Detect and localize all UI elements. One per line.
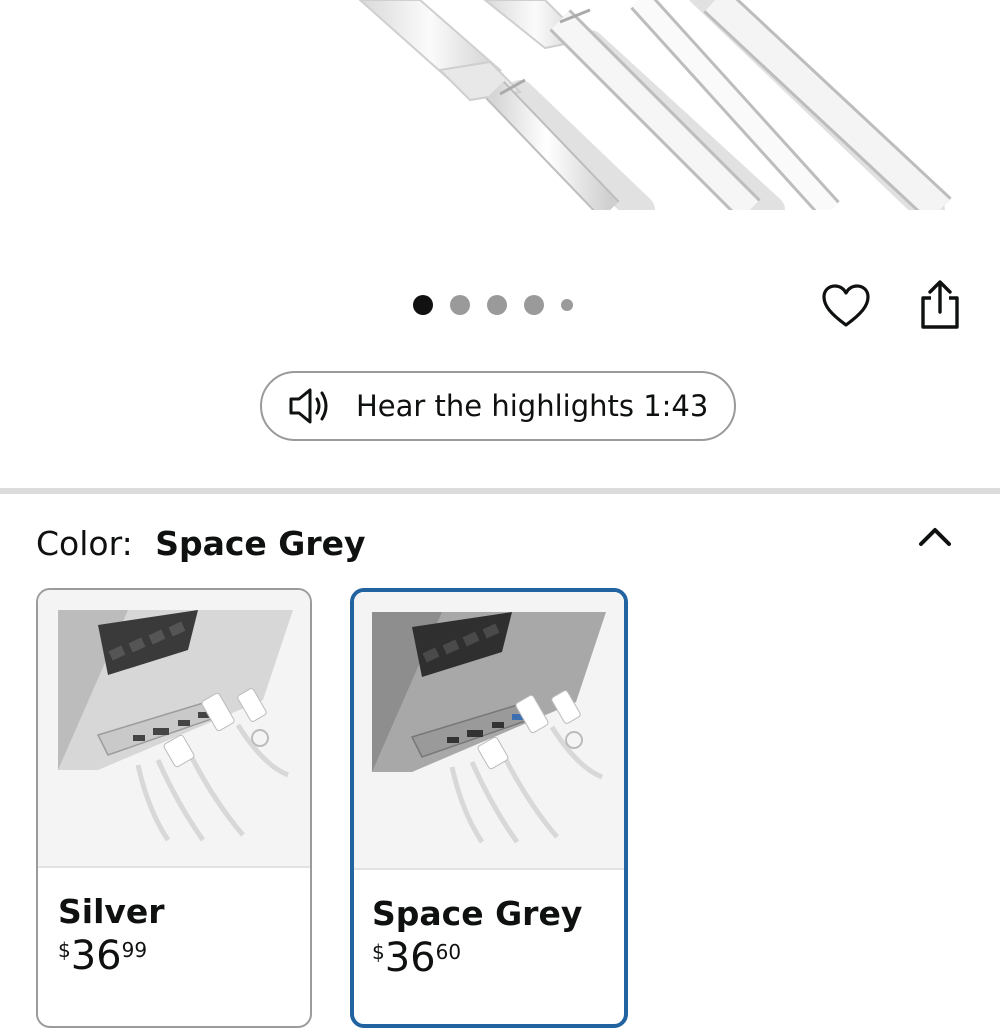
hear-highlights-label: Hear the highlights 1:43 xyxy=(356,389,709,423)
favorite-button[interactable] xyxy=(818,278,874,334)
color-label: Color: xyxy=(36,524,133,563)
carousel-dot-3[interactable] xyxy=(487,295,507,315)
price-fraction: 99 xyxy=(121,938,148,962)
carousel-dot-5[interactable] xyxy=(561,299,573,311)
section-divider xyxy=(0,488,1000,494)
heart-icon xyxy=(822,284,870,327)
carousel-dot-4[interactable] xyxy=(524,295,544,315)
variant-name: Space Grey xyxy=(372,894,583,933)
price-whole: 36 xyxy=(70,933,122,979)
hear-highlights-button[interactable]: Hear the highlights 1:43 xyxy=(260,371,736,441)
price-currency: $ xyxy=(58,938,71,962)
price-currency: $ xyxy=(372,940,385,964)
price-fraction: 60 xyxy=(435,940,462,964)
product-main-image[interactable] xyxy=(0,0,1000,210)
selected-color-value: Space Grey xyxy=(155,524,366,563)
image-carousel-indicator[interactable] xyxy=(413,294,590,316)
share-icon xyxy=(921,280,959,329)
variant-price: $3699 xyxy=(58,936,147,976)
variant-price: $3660 xyxy=(372,938,461,978)
carousel-dot-1[interactable] xyxy=(413,295,433,315)
space-grey-hub-thumbnail xyxy=(354,592,624,870)
collapse-color-button[interactable] xyxy=(912,516,958,556)
cables-illustration xyxy=(358,0,952,210)
silver-hub-thumbnail xyxy=(38,590,310,868)
price-whole: 36 xyxy=(384,935,436,981)
speaker-icon xyxy=(288,386,336,426)
color-option-silver[interactable]: Silver $3699 xyxy=(36,588,312,1028)
color-selector-header: Color: Space Grey xyxy=(36,524,366,563)
chevron-up-icon xyxy=(919,528,951,546)
share-button[interactable] xyxy=(912,276,968,332)
color-option-space-grey[interactable]: Space Grey $3660 xyxy=(350,588,628,1028)
carousel-dot-2[interactable] xyxy=(450,295,470,315)
variant-name: Silver xyxy=(58,892,165,931)
